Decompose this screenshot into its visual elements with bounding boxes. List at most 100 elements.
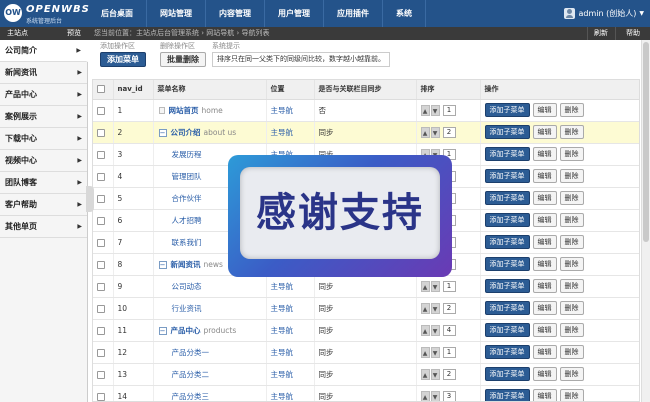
sort-input[interactable]: 1 [442, 346, 456, 358]
sort-input[interactable]: 2 [442, 368, 456, 380]
sort-input[interactable]: 1 [442, 104, 456, 116]
sidebar-item[interactable]: 团队博客 ▶ [0, 172, 87, 194]
nav-plugins[interactable]: 应用插件 [324, 0, 383, 27]
refresh-button[interactable]: 刷新 [587, 27, 614, 40]
edit-button[interactable]: 编辑 [532, 191, 557, 205]
edit-button[interactable]: 编辑 [532, 103, 557, 117]
add-child-menu-button[interactable]: 添加子菜单 [484, 367, 530, 381]
help-button[interactable]: 帮助 [615, 27, 650, 40]
arrow-up-icon[interactable]: ▲ [420, 126, 430, 138]
add-child-menu-button[interactable]: 添加子菜单 [484, 213, 530, 227]
delete-button[interactable]: 删除 [559, 125, 584, 139]
row-checkbox[interactable] [97, 282, 105, 291]
collapse-icon[interactable]: − [158, 260, 167, 269]
sidebar-item[interactable]: 其他单页 ▶ [0, 216, 87, 238]
add-child-menu-button[interactable]: 添加子菜单 [484, 235, 530, 249]
row-checkbox[interactable] [97, 238, 105, 247]
delete-button[interactable]: 删除 [559, 389, 584, 401]
delete-button[interactable]: 删除 [559, 323, 584, 337]
arrow-up-icon[interactable]: ▲ [420, 280, 430, 292]
position-link[interactable]: 主导航 [271, 326, 294, 335]
sidebar-item[interactable]: 客户帮助 ▶ [0, 194, 87, 216]
add-child-menu-button[interactable]: 添加子菜单 [484, 169, 530, 183]
menu-name-link[interactable]: 人才招聘 [172, 216, 202, 225]
preview-link[interactable]: 预览 [67, 27, 81, 40]
nav-site-manage[interactable]: 网站管理 [147, 0, 206, 27]
position-link[interactable]: 主导航 [271, 106, 294, 115]
arrow-down-icon[interactable]: ▼ [430, 302, 440, 314]
delete-button[interactable]: 删除 [559, 169, 584, 183]
sidebar-item[interactable]: 新闻资讯 ▶ [0, 62, 87, 84]
add-child-menu-button[interactable]: 添加子菜单 [484, 279, 530, 293]
nav-content-manage[interactable]: 内容管理 [206, 0, 265, 27]
add-child-menu-button[interactable]: 添加子菜单 [484, 389, 530, 401]
edit-button[interactable]: 编辑 [532, 367, 557, 381]
arrow-up-icon[interactable]: ▲ [420, 324, 430, 336]
edit-button[interactable]: 编辑 [532, 169, 557, 183]
sidebar-item[interactable]: 视频中心 ▶ [0, 150, 87, 172]
row-checkbox[interactable] [97, 392, 105, 401]
sidebar-item[interactable]: 产品中心 ▶ [0, 84, 87, 106]
delete-button[interactable]: 删除 [559, 279, 584, 293]
row-checkbox[interactable] [97, 194, 105, 203]
menu-name-link[interactable]: 发展历程 [172, 150, 202, 159]
add-child-menu-button[interactable]: 添加子菜单 [484, 191, 530, 205]
arrow-up-icon[interactable]: ▲ [420, 390, 430, 401]
edit-button[interactable]: 编辑 [532, 389, 557, 401]
menu-name-link[interactable]: 联系我们 [172, 238, 202, 247]
collapse-icon[interactable]: − [158, 128, 167, 137]
delete-button[interactable]: 删除 [559, 367, 584, 381]
user-menu[interactable]: admin (创始人) ▼ [563, 0, 644, 27]
nav-desktop[interactable]: 后台桌面 [88, 0, 147, 27]
position-link[interactable]: 主导航 [271, 392, 294, 401]
position-link[interactable]: 主导航 [271, 304, 294, 313]
row-checkbox[interactable] [97, 326, 105, 335]
add-child-menu-button[interactable]: 添加子菜单 [484, 345, 530, 359]
row-checkbox[interactable] [97, 216, 105, 225]
site-switch[interactable]: 主站点 [7, 27, 28, 40]
row-checkbox[interactable] [97, 150, 105, 159]
arrow-down-icon[interactable]: ▼ [430, 390, 440, 401]
arrow-down-icon[interactable]: ▼ [430, 346, 440, 358]
logo[interactable]: OW OPENWBS 系统管理后台 [4, 3, 94, 25]
position-link[interactable]: 主导航 [271, 348, 294, 357]
header-select-all[interactable] [93, 80, 114, 100]
arrow-up-icon[interactable]: ▲ [420, 368, 430, 380]
add-child-menu-button[interactable]: 添加子菜单 [484, 103, 530, 117]
edit-button[interactable]: 编辑 [532, 345, 557, 359]
arrow-down-icon[interactable]: ▼ [430, 126, 440, 138]
add-child-menu-button[interactable]: 添加子菜单 [484, 301, 530, 315]
edit-button[interactable]: 编辑 [532, 235, 557, 249]
arrow-down-icon[interactable]: ▼ [430, 104, 440, 116]
sort-input[interactable]: 4 [442, 324, 456, 336]
row-checkbox[interactable] [97, 370, 105, 379]
delete-button[interactable]: 删除 [559, 191, 584, 205]
arrow-up-icon[interactable]: ▲ [420, 104, 430, 116]
delete-button[interactable]: 删除 [559, 147, 584, 161]
delete-button[interactable]: 删除 [559, 345, 584, 359]
delete-button[interactable]: 删除 [559, 301, 584, 315]
edit-button[interactable]: 编辑 [532, 323, 557, 337]
menu-name-link[interactable]: 网站首页 [169, 106, 199, 115]
sidebar-item[interactable]: 案例展示 ▶ [0, 106, 87, 128]
delete-button[interactable]: 删除 [559, 103, 584, 117]
batch-delete-button[interactable]: 批量删除 [160, 52, 206, 67]
delete-button[interactable]: 删除 [559, 213, 584, 227]
menu-name-link[interactable]: 新闻资讯 [171, 260, 201, 269]
add-child-menu-button[interactable]: 添加子菜单 [484, 125, 530, 139]
edit-button[interactable]: 编辑 [532, 213, 557, 227]
menu-name-link[interactable]: 管理团队 [172, 172, 202, 181]
delete-button[interactable]: 删除 [559, 235, 584, 249]
nav-user-manage[interactable]: 用户管理 [265, 0, 324, 27]
row-checkbox[interactable] [97, 172, 105, 181]
row-checkbox[interactable] [97, 348, 105, 357]
row-checkbox[interactable] [97, 128, 105, 137]
delete-button[interactable]: 删除 [559, 257, 584, 271]
menu-name-link[interactable]: 行业资讯 [172, 304, 202, 313]
arrow-down-icon[interactable]: ▼ [430, 280, 440, 292]
menu-name-link[interactable]: 合作伙伴 [172, 194, 202, 203]
add-child-menu-button[interactable]: 添加子菜单 [484, 323, 530, 337]
arrow-down-icon[interactable]: ▼ [430, 324, 440, 336]
scrollbar-thumb[interactable] [643, 42, 649, 242]
menu-name-link[interactable]: 公司介绍 [171, 128, 201, 137]
